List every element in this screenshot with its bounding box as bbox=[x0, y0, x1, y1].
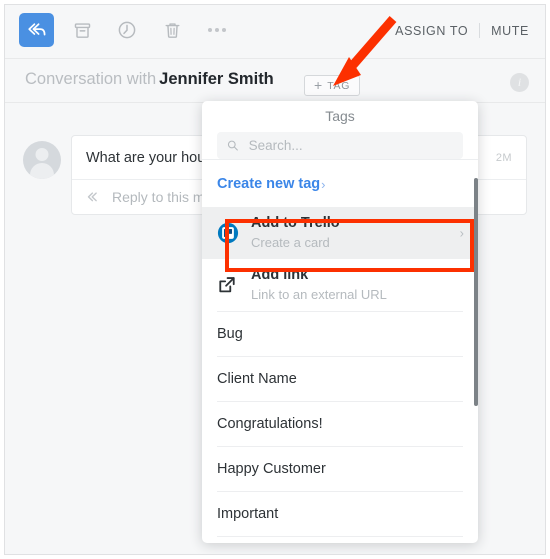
conversation-title: Conversation with Jennifer Smith bbox=[25, 70, 274, 89]
contact-name: Jennifer Smith bbox=[159, 70, 274, 88]
action-add-to-trello[interactable]: Add to Trello Create a card › bbox=[202, 207, 478, 259]
list-item[interactable]: Congratulations! bbox=[202, 402, 478, 446]
action-add-link-subtitle: Link to an external URL bbox=[251, 287, 387, 302]
create-new-tag-label: Create new tag bbox=[217, 176, 321, 192]
list-item[interactable]: Client Name bbox=[202, 357, 478, 401]
list-item[interactable]: Important bbox=[202, 492, 478, 536]
delete-button[interactable] bbox=[155, 13, 189, 47]
toolbar-divider bbox=[479, 23, 481, 38]
app-window: ASSIGN TO MUTE Conversation with Jennifer… bbox=[4, 4, 546, 555]
conversation-toolbar: ASSIGN TO MUTE bbox=[5, 5, 545, 59]
avatar-head bbox=[35, 148, 49, 161]
action-add-to-trello-texts: Add to Trello Create a card bbox=[251, 215, 340, 251]
more-options-button[interactable] bbox=[200, 13, 234, 47]
archive-icon bbox=[74, 22, 90, 38]
action-add-link-texts: Add link Link to an external URL bbox=[251, 267, 387, 303]
assign-to-button[interactable]: ASSIGN TO bbox=[395, 24, 468, 38]
avatar-body bbox=[30, 163, 54, 179]
chevron-right-icon: › bbox=[321, 176, 326, 192]
more-horizontal-icon-dot3 bbox=[222, 28, 226, 32]
action-add-link[interactable]: Add link Link to an external URL bbox=[202, 259, 478, 311]
reply-all-icon-small bbox=[87, 191, 97, 201]
add-tag-label: TAG bbox=[327, 79, 351, 92]
archive-button[interactable] bbox=[65, 13, 99, 47]
tags-panel-header: Tags bbox=[202, 101, 478, 160]
mute-button[interactable]: MUTE bbox=[491, 24, 529, 38]
chevron-right-icon-trello: › bbox=[459, 225, 464, 241]
list-divider bbox=[217, 536, 463, 537]
conversation-title-prefix: Conversation with bbox=[25, 70, 157, 88]
tag-search-field[interactable] bbox=[217, 132, 463, 159]
toolbar-actions-right: ASSIGN TO MUTE bbox=[395, 23, 529, 38]
action-add-link-title: Add link bbox=[251, 267, 309, 283]
create-new-tag-link[interactable]: Create new tag › bbox=[202, 160, 478, 207]
action-add-to-trello-subtitle: Create a card bbox=[251, 235, 330, 250]
message-timestamp: 2M bbox=[495, 152, 512, 164]
reply-all-button[interactable] bbox=[19, 13, 54, 47]
tags-panel-title: Tags bbox=[325, 108, 355, 124]
reply-all-icon bbox=[27, 23, 45, 36]
conversation-header: Conversation with Jennifer Smith bbox=[5, 59, 545, 103]
tags-list: Create new tag › Add to Trello Create a … bbox=[202, 160, 478, 543]
add-tag-button[interactable]: + TAG bbox=[304, 75, 361, 96]
trash-icon bbox=[165, 22, 179, 38]
plus-icon: + bbox=[314, 77, 323, 93]
trello-icon-wrap bbox=[217, 222, 243, 244]
tags-dropdown-panel: Tags Create new tag › bbox=[202, 101, 478, 543]
search-icon bbox=[227, 140, 238, 151]
snooze-button[interactable] bbox=[110, 13, 144, 47]
list-item[interactable]: Happy Customer bbox=[202, 447, 478, 491]
clock-icon bbox=[118, 21, 136, 39]
trello-icon bbox=[217, 222, 239, 244]
toolbar-actions-left bbox=[19, 13, 234, 47]
tags-list-scrollbar[interactable] bbox=[474, 178, 478, 406]
external-link-icon-wrap bbox=[217, 275, 243, 295]
more-horizontal-icon bbox=[208, 28, 212, 32]
search-input[interactable] bbox=[246, 137, 453, 154]
avatar bbox=[23, 141, 61, 179]
action-add-to-trello-title: Add to Trello bbox=[251, 215, 340, 231]
list-item[interactable]: Bug bbox=[202, 312, 478, 356]
external-link-icon bbox=[219, 277, 235, 293]
more-horizontal-icon-dot2 bbox=[215, 28, 219, 32]
info-icon[interactable]: i bbox=[510, 73, 529, 92]
